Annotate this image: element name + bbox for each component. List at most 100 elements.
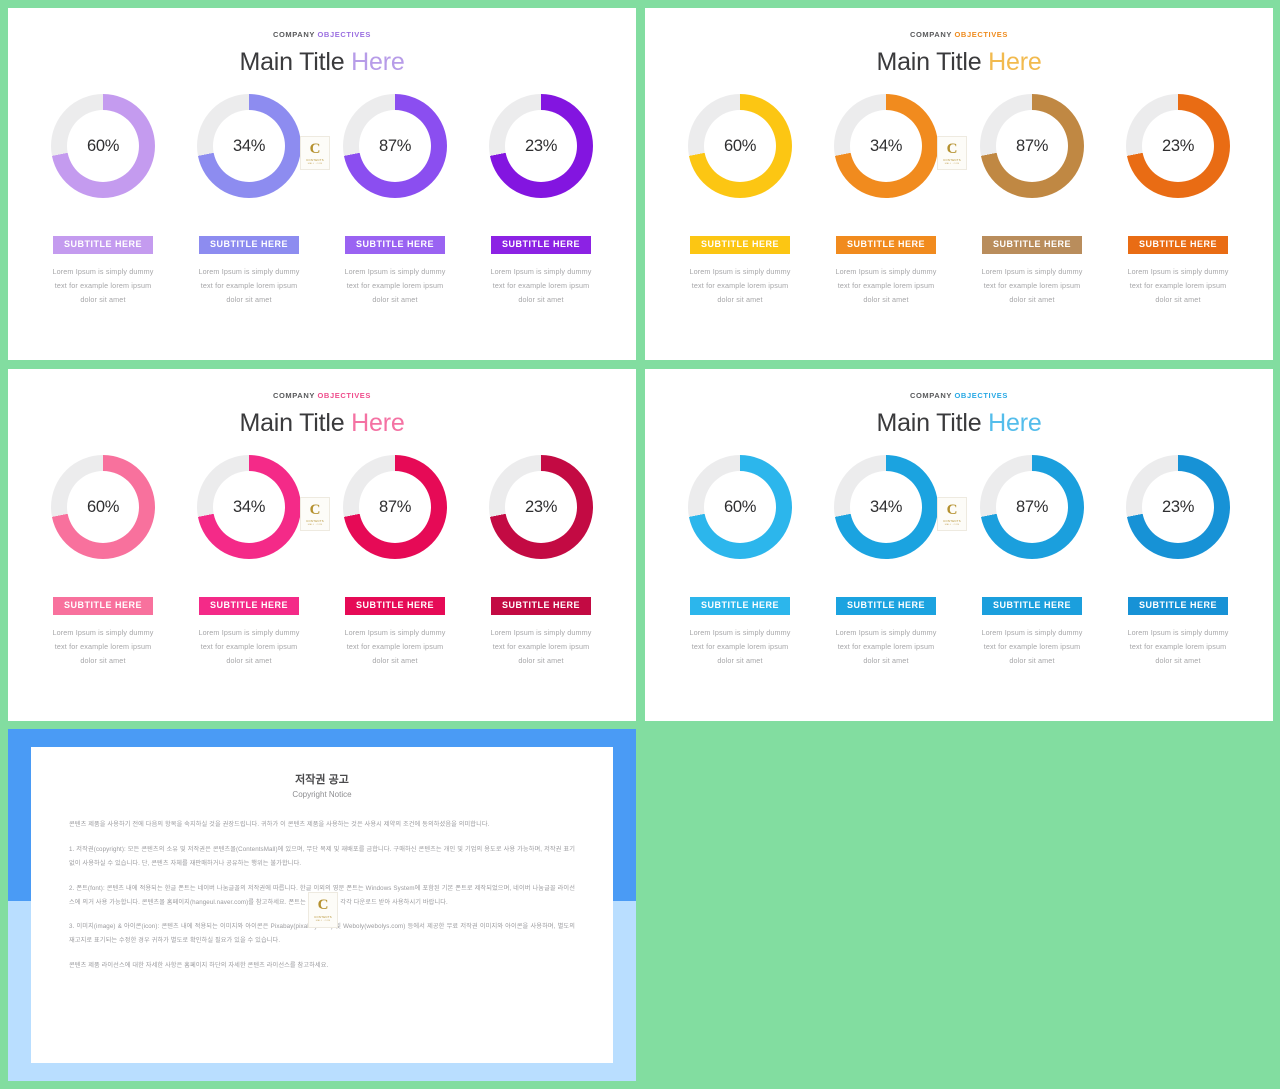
donut-percent: 87% bbox=[378, 136, 412, 155]
subtitle-badge[interactable]: SUBTITLE HERE bbox=[198, 236, 299, 255]
donut-chart[interactable]: 23% bbox=[489, 94, 593, 199]
watermark-line-2: MALL . COM bbox=[315, 919, 331, 922]
slide-eyebrow: COMPANY OBJECTIVES bbox=[8, 392, 636, 400]
subtitle-badge[interactable]: SUBTITLE HERE bbox=[490, 236, 591, 255]
subtitle-badge[interactable]: SUBTITLE HERE bbox=[835, 236, 936, 255]
contents-mall-watermark-logo: C CONTENTS MALL . COM bbox=[937, 497, 967, 532]
donut-chart[interactable]: 34% bbox=[197, 455, 301, 560]
donut-percent: 87% bbox=[378, 497, 412, 516]
chart-column[interactable]: 87% SUBTITLE HERE Lorem Ipsum is simply … bbox=[322, 455, 468, 668]
desc-line: text for example lorem ipsum bbox=[54, 281, 152, 291]
donut-chart[interactable]: 87% bbox=[343, 455, 447, 560]
donut-percent: 34% bbox=[232, 497, 266, 516]
donut-percent: 34% bbox=[869, 497, 903, 516]
chart-column[interactable]: 34% SUBTITLE HERE Lorem Ipsum is simply … bbox=[176, 455, 322, 668]
chart-column[interactable]: 23% SUBTITLE HERE Lorem Ipsum is simply … bbox=[468, 94, 614, 307]
chart-column[interactable]: 34% SUBTITLE HERE Lorem Ipsum is simply … bbox=[176, 94, 322, 307]
chart-column[interactable]: 23% SUBTITLE HERE Lorem Ipsum is simply … bbox=[468, 455, 614, 668]
slide-copyright-notice[interactable]: 저작권 공고 Copyright Notice 콘텐츠 제품을 사용하기 전에 … bbox=[8, 729, 636, 1081]
description-text: Lorem Ipsum is simply dummy text for exa… bbox=[689, 265, 790, 307]
watermark-line-1: CONTENTS bbox=[306, 519, 324, 524]
desc-line: text for example lorem ipsum bbox=[200, 642, 298, 652]
subtitle-badge[interactable]: SUBTITLE HERE bbox=[1127, 236, 1228, 255]
donut-chart[interactable]: 60% bbox=[688, 455, 792, 560]
donut-percent: 60% bbox=[86, 497, 120, 516]
slide-blue[interactable]: COMPANY OBJECTIVES Main Title Here 60% S… bbox=[645, 369, 1273, 721]
watermark-letter: C bbox=[946, 140, 958, 157]
slide-pink[interactable]: COMPANY OBJECTIVES Main Title Here 60% S… bbox=[8, 369, 636, 721]
chart-column[interactable]: 87% SUBTITLE HERE Lorem Ipsum is simply … bbox=[959, 94, 1105, 307]
desc-line: Lorem Ipsum is simply dummy bbox=[490, 628, 592, 638]
subtitle-badge[interactable]: SUBTITLE HERE bbox=[835, 597, 936, 616]
desc-line: Lorem Ipsum is simply dummy bbox=[835, 267, 937, 277]
chart-columns: 60% SUBTITLE HERE Lorem Ipsum is simply … bbox=[8, 94, 636, 307]
subtitle-badge[interactable]: SUBTITLE HERE bbox=[981, 597, 1082, 616]
desc-line: dolor sit amet bbox=[80, 656, 126, 666]
chart-columns: 60% SUBTITLE HERE Lorem Ipsum is simply … bbox=[645, 455, 1273, 668]
donut-percent: 23% bbox=[524, 136, 558, 155]
watermark-line-1: CONTENTS bbox=[943, 519, 961, 524]
subtitle-badge[interactable]: SUBTITLE HERE bbox=[1127, 597, 1228, 616]
donut-chart[interactable]: 23% bbox=[489, 455, 593, 560]
donut-chart[interactable]: 87% bbox=[980, 94, 1084, 199]
desc-line: text for example lorem ipsum bbox=[346, 642, 444, 652]
chart-column[interactable]: 23% SUBTITLE HERE Lorem Ipsum is simply … bbox=[1105, 455, 1251, 668]
subtitle-badge[interactable]: SUBTITLE HERE bbox=[981, 236, 1082, 255]
desc-line: Lorem Ipsum is simply dummy bbox=[490, 267, 592, 277]
chart-column[interactable]: 23% SUBTITLE HERE Lorem Ipsum is simply … bbox=[1105, 94, 1251, 307]
subtitle-badge[interactable]: SUBTITLE HERE bbox=[689, 236, 790, 255]
desc-line: text for example lorem ipsum bbox=[837, 642, 935, 652]
description-text: Lorem Ipsum is simply dummy text for exa… bbox=[835, 626, 936, 668]
chart-column[interactable]: 60% SUBTITLE HERE Lorem Ipsum is simply … bbox=[30, 455, 176, 668]
title-accent: Here bbox=[988, 408, 1042, 437]
chart-column[interactable]: 60% SUBTITLE HERE Lorem Ipsum is simply … bbox=[667, 94, 813, 307]
donut-chart[interactable]: 34% bbox=[834, 94, 938, 199]
desc-line: Lorem Ipsum is simply dummy bbox=[981, 267, 1083, 277]
slide-eyebrow: COMPANY OBJECTIVES bbox=[645, 31, 1273, 39]
desc-line: Lorem Ipsum is simply dummy bbox=[1127, 628, 1229, 638]
watermark-letter: C bbox=[309, 501, 321, 518]
description-text: Lorem Ipsum is simply dummy text for exa… bbox=[198, 265, 299, 307]
desc-line: text for example lorem ipsum bbox=[837, 281, 935, 291]
contents-mall-watermark-logo: C CONTENTS MALL . COM bbox=[308, 892, 338, 928]
watermark-letter: C bbox=[309, 140, 321, 157]
contents-mall-watermark-logo: C CONTENTS MALL . COM bbox=[300, 497, 330, 532]
donut-chart[interactable]: 23% bbox=[1126, 455, 1230, 560]
subtitle-badge[interactable]: SUBTITLE HERE bbox=[52, 597, 153, 616]
subtitle-badge[interactable]: SUBTITLE HERE bbox=[344, 597, 445, 616]
subtitle-badge[interactable]: SUBTITLE HERE bbox=[52, 236, 153, 255]
donut-chart[interactable]: 60% bbox=[688, 94, 792, 199]
donut-percent: 60% bbox=[723, 136, 757, 155]
chart-column[interactable]: 34% SUBTITLE HERE Lorem Ipsum is simply … bbox=[813, 94, 959, 307]
chart-column[interactable]: 87% SUBTITLE HERE Lorem Ipsum is simply … bbox=[959, 455, 1105, 668]
donut-chart[interactable]: 34% bbox=[834, 455, 938, 560]
page-title: Main Title Here bbox=[8, 48, 636, 77]
chart-column[interactable]: 60% SUBTITLE HERE Lorem Ipsum is simply … bbox=[667, 455, 813, 668]
donut-chart[interactable]: 34% bbox=[197, 94, 301, 199]
watermark-line-1: CONTENTS bbox=[943, 158, 961, 163]
donut-chart[interactable]: 23% bbox=[1126, 94, 1230, 199]
desc-line: text for example lorem ipsum bbox=[1129, 281, 1227, 291]
eyebrow-company: COMPANY bbox=[272, 391, 315, 400]
eyebrow-objectives: OBJECTIVES bbox=[317, 30, 372, 39]
chart-column[interactable]: 34% SUBTITLE HERE Lorem Ipsum is simply … bbox=[813, 455, 959, 668]
donut-percent: 60% bbox=[86, 136, 120, 155]
description-text: Lorem Ipsum is simply dummy text for exa… bbox=[981, 265, 1082, 307]
slide-orange[interactable]: COMPANY OBJECTIVES Main Title Here 60% S… bbox=[645, 8, 1273, 360]
donut-chart[interactable]: 87% bbox=[343, 94, 447, 199]
subtitle-badge[interactable]: SUBTITLE HERE bbox=[689, 597, 790, 616]
subtitle-badge[interactable]: SUBTITLE HERE bbox=[198, 597, 299, 616]
chart-column[interactable]: 60% SUBTITLE HERE Lorem Ipsum is simply … bbox=[30, 94, 176, 307]
description-text: Lorem Ipsum is simply dummy text for exa… bbox=[689, 626, 790, 668]
donut-chart[interactable]: 87% bbox=[980, 455, 1084, 560]
slide-purple[interactable]: COMPANY OBJECTIVES Main Title Here 60% S… bbox=[8, 8, 636, 360]
desc-line: dolor sit amet bbox=[717, 656, 763, 666]
chart-column[interactable]: 87% SUBTITLE HERE Lorem Ipsum is simply … bbox=[322, 94, 468, 307]
desc-line: dolor sit amet bbox=[863, 295, 909, 305]
desc-line: dolor sit amet bbox=[1155, 295, 1201, 305]
donut-chart[interactable]: 60% bbox=[51, 455, 155, 560]
desc-line: dolor sit amet bbox=[1155, 656, 1201, 666]
subtitle-badge[interactable]: SUBTITLE HERE bbox=[344, 236, 445, 255]
subtitle-badge[interactable]: SUBTITLE HERE bbox=[490, 597, 591, 616]
donut-chart[interactable]: 60% bbox=[51, 94, 155, 199]
